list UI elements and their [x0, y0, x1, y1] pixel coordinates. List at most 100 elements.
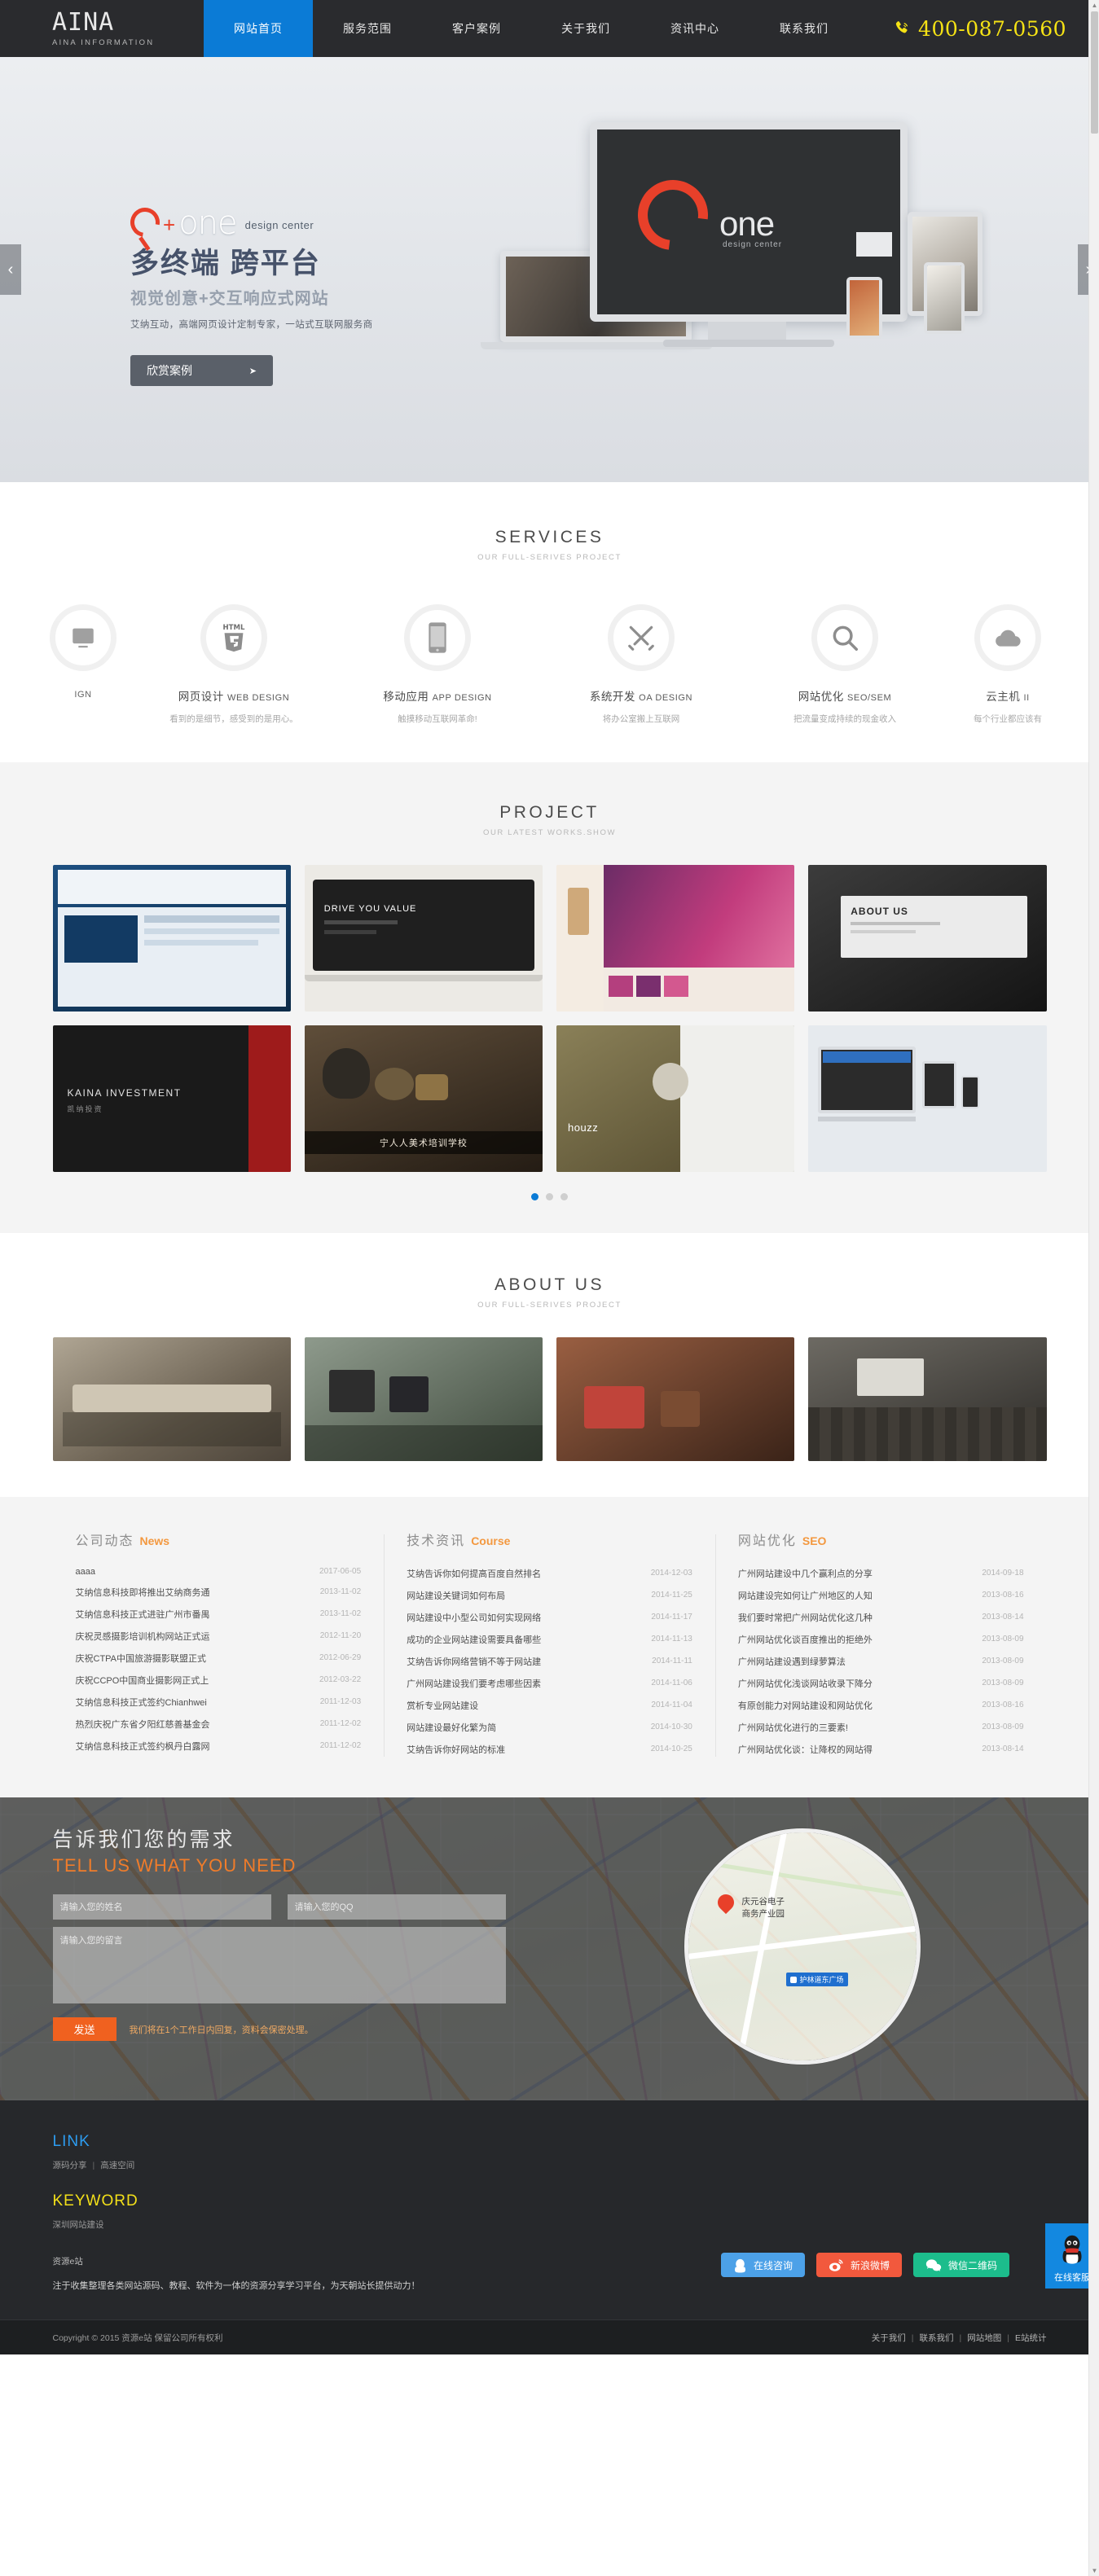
weibo-label: 新浪微博 — [850, 2259, 890, 2271]
news-item[interactable]: 艾纳告诉你好网站的标准 2014-10-25 — [407, 1738, 692, 1760]
news-item[interactable]: 广州网站优化浅谈网站收录下降分 2013-08-09 — [738, 1672, 1024, 1694]
news-item[interactable]: 艾纳信息科技正式签约枫丹白露网 2011-12-02 — [76, 1735, 362, 1757]
scroll-up-icon[interactable]: ▲ — [1089, 0, 1099, 11]
footer-link-title: LINK — [52, 2133, 90, 2150]
project-tile[interactable]: DRIVE YOU VALUE — [304, 865, 543, 1012]
news-item-title: 艾纳信息科技正式进驻广州市番禺 — [75, 1609, 210, 1620]
news-item-date: 2014-11-13 — [651, 1635, 692, 1643]
service-item-5[interactable]: 云主机 II 每个行业都应该有 — [947, 604, 1069, 725]
nav-item-services[interactable]: 服务范围 — [313, 0, 422, 57]
footer-link-1[interactable]: 高速空间 — [100, 2161, 134, 2170]
news-column-title: 公司动态 — [75, 1534, 134, 1548]
hero-prev-button[interactable]: ‹ — [0, 244, 21, 295]
project-tile[interactable]: 宁人人美术培训学校 — [304, 1025, 543, 1172]
news-item[interactable]: 网站建设完如何让广州地区的人知 2013-08-16 — [738, 1584, 1024, 1606]
services-list: IGN HTML 网页设计 WEB DESIGN 看到的是细节，感受到的是用心。 — [0, 604, 1099, 725]
news-item[interactable]: 有原创能力对网站建设和网站优化 2013-08-16 — [738, 1694, 1024, 1716]
bottom-link-2[interactable]: 网站地图 — [967, 2333, 1001, 2343]
page-scrollbar[interactable]: ▲ ▼ — [1088, 0, 1099, 2576]
news-item[interactable]: 艾纳告诉你网络营销不等于网站建 2014-11-11 — [407, 1650, 692, 1672]
wechat-qr-button[interactable]: 微信二维码 — [912, 2253, 1009, 2277]
wechat-icon — [925, 2258, 942, 2271]
news-item-title: 有原创能力对网站建设和网站优化 — [737, 1701, 873, 1711]
arrow-right-icon: ➤ — [248, 366, 257, 376]
service-item-0[interactable]: IGN — [34, 604, 132, 725]
weibo-button[interactable]: 新浪微博 — [815, 2253, 902, 2277]
about-photo[interactable] — [556, 1337, 795, 1461]
news-item[interactable]: 庆祝CCPO中国商业摄影网正式上 2012-03-22 — [76, 1669, 362, 1691]
news-item-date: 2013-11-02 — [319, 1609, 362, 1618]
news-item[interactable]: 广州网站优化谈：让降权的网站得 2013-08-14 — [738, 1738, 1024, 1760]
news-item[interactable]: 成功的企业网站建设需要具备哪些 2014-11-13 — [407, 1628, 692, 1650]
monitor-stand — [708, 322, 786, 340]
carousel-dot-1[interactable] — [531, 1193, 539, 1200]
about-photo[interactable] — [52, 1337, 291, 1461]
nav-item-home[interactable]: 网站首页 — [204, 0, 313, 57]
news-item[interactable]: 庆祝CTPA中国旅游摄影联盟正式 2012-06-29 — [76, 1647, 362, 1669]
about-photo[interactable] — [808, 1337, 1047, 1461]
qq-input[interactable] — [287, 1894, 506, 1920]
scroll-down-icon[interactable]: ▼ — [1089, 2565, 1099, 2576]
service-item-3[interactable]: 系统开发 OA DESIGN 将办公室搬上互联网 — [539, 604, 743, 725]
nav-item-contact[interactable]: 联系我们 — [750, 0, 859, 57]
location-map[interactable]: 庆元谷电子 商务产业园 护林道东广场 — [684, 1828, 921, 2065]
bottom-link-1[interactable]: 联系我们 — [920, 2333, 954, 2343]
logo[interactable]: AINA AINA INFORMATION — [0, 0, 204, 57]
news-item[interactable]: 艾纳信息科技正式进驻广州市番禺 2013-11-02 — [76, 1603, 362, 1625]
news-item[interactable]: 热烈庆祝广东省夕阳红慈善基金会 2011-12-02 — [76, 1713, 362, 1735]
news-item-title: 艾纳信息科技正式签约Chianhwei — [75, 1697, 207, 1708]
send-button[interactable]: 发送 — [52, 2017, 116, 2041]
online-consult-button[interactable]: 在线咨询 — [720, 2253, 805, 2277]
service-item-2[interactable]: 移动应用 APP DESIGN 触摸移动互联网革命! — [336, 604, 539, 725]
news-item[interactable]: 艾纳信息科技正式签约Chianhwei 2011-12-03 — [76, 1691, 362, 1713]
nav-item-news[interactable]: 资讯中心 — [640, 0, 750, 57]
header-phone[interactable]: 400-087-0560 — [893, 0, 1099, 57]
about-subtitle: OUR FULL-SERIVES PROJECT — [477, 1301, 622, 1310]
news-item[interactable]: 广州网站建设遇到绿萝算法 2013-08-09 — [738, 1650, 1024, 1672]
hero-cta-button[interactable]: 欣赏案例 ➤ — [130, 355, 273, 386]
footer-link-0[interactable]: 源码分享 — [53, 2161, 87, 2170]
project-tile[interactable] — [808, 1025, 1047, 1172]
bottom-link-0[interactable]: 关于我们 — [872, 2333, 906, 2343]
news-item-title: 艾纳信息科技即将推出艾纳商务通 — [75, 1587, 210, 1598]
news-item[interactable]: 我们要时常把广州网站优化这几种 2013-08-14 — [738, 1606, 1024, 1628]
project-tile-label: 宁人人美术培训学校 — [304, 1131, 543, 1154]
message-textarea[interactable] — [52, 1927, 506, 2003]
service-item-1[interactable]: HTML 网页设计 WEB DESIGN 看到的是细节，感受到的是用心。 — [132, 604, 336, 725]
brand-plus: + — [163, 213, 176, 237]
name-input[interactable] — [52, 1894, 271, 1920]
news-item[interactable]: 艾纳信息科技即将推出艾纳商务通 2013-11-02 — [76, 1581, 362, 1603]
scrollbar-thumb[interactable] — [1091, 11, 1098, 134]
news-item-title: 艾纳告诉你网络营销不等于网站建 — [407, 1657, 542, 1667]
news-item-date: 2014-10-25 — [650, 1744, 692, 1753]
project-tile[interactable]: KAINA INVESTMENT 凯纳投资 — [52, 1025, 291, 1172]
project-tile[interactable] — [556, 865, 795, 1012]
weibo-icon — [829, 2258, 843, 2271]
news-item[interactable]: 艾纳告诉你如何提高百度自然排名 2014-12-03 — [407, 1562, 692, 1584]
carousel-dot-3[interactable] — [560, 1193, 568, 1200]
news-item[interactable]: 广州网站建设我们要考虑哪些因素 2014-11-06 — [407, 1672, 692, 1694]
project-tile[interactable] — [52, 865, 291, 1012]
news-item[interactable]: 庆祝灵感摄影培训机构网站正式运 2012-11-20 — [76, 1625, 362, 1647]
bottom-link-3[interactable]: E站统计 — [1015, 2333, 1047, 2343]
service-item-4[interactable]: 网站优化 SEO/SEM 把流量变成持续的现金收入 — [743, 604, 947, 725]
carousel-dot-2[interactable] — [546, 1193, 553, 1200]
news-column-seo: 网站优化 SEO 广州网站建设中几个赢利点的分享 2014-09-18 网站建设完如… — [714, 1529, 1047, 1760]
footer-keyword-0[interactable]: 深圳网站建设 — [53, 2220, 104, 2230]
project-carousel-dots — [0, 1193, 1099, 1200]
news-item[interactable]: 广州网站建设中几个赢利点的分享 2014-09-18 — [738, 1562, 1024, 1584]
news-item[interactable]: 广州网站优化谈百度推出的拒绝外 2013-08-09 — [738, 1628, 1024, 1650]
hero-brand-logo: + one design center — [124, 201, 407, 244]
news-item[interactable]: 网站建设最好化繁为简 2014-10-30 — [407, 1716, 692, 1738]
news-item[interactable]: 网站建设关键词如何布局 2014-11-25 — [407, 1584, 692, 1606]
news-item-title: 庆祝CTPA中国旅游摄影联盟正式 — [75, 1653, 207, 1664]
about-photo[interactable] — [304, 1337, 543, 1461]
news-item[interactable]: 广州网站优化进行的三要素! 2013-08-09 — [738, 1716, 1024, 1738]
news-item[interactable]: aaaa 2017-06-05 — [76, 1562, 362, 1581]
nav-item-cases[interactable]: 客户案例 — [422, 0, 531, 57]
project-tile[interactable]: houzz — [556, 1025, 795, 1172]
news-item[interactable]: 网站建设中小型公司如何实现网络 2014-11-17 — [407, 1606, 692, 1628]
project-tile[interactable]: ABOUT US — [808, 865, 1047, 1012]
news-item[interactable]: 赏析专业网站建设 2014-11-04 — [407, 1694, 692, 1716]
nav-item-about[interactable]: 关于我们 — [531, 0, 640, 57]
